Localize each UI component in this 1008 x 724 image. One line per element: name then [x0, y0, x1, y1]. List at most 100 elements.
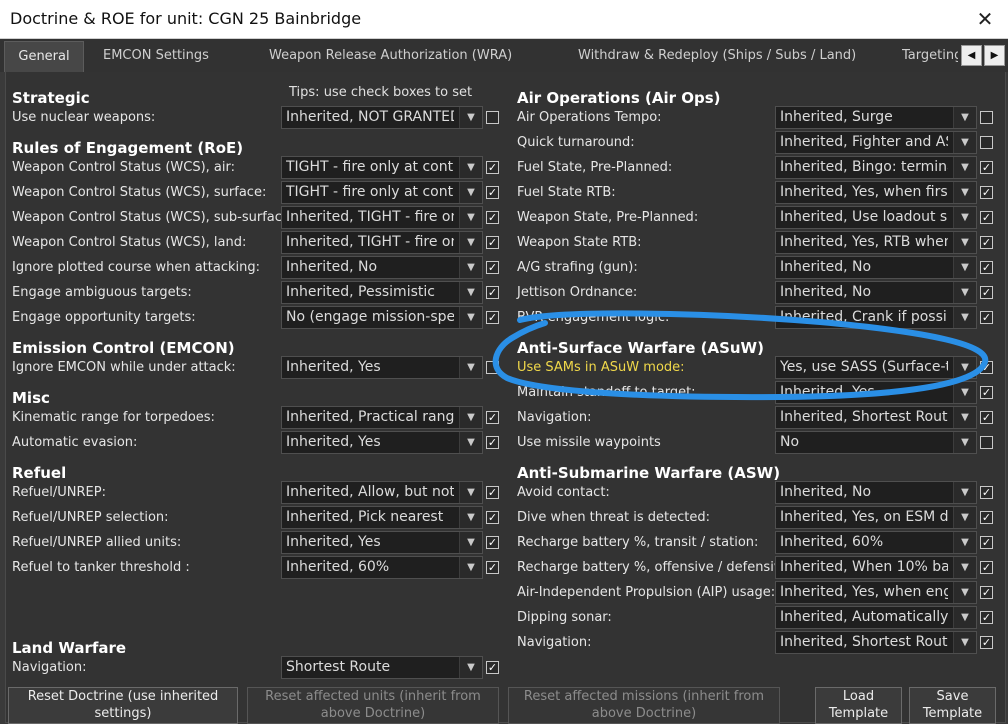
- checkbox-roe-ignore-plotted-course-when-attacking[interactable]: ✓: [486, 261, 499, 274]
- checkbox-asw-navigation[interactable]: ✓: [980, 636, 993, 649]
- dropdown-air-ops-air-operations-tempo[interactable]: Inherited, Surge ▼: [775, 106, 977, 129]
- chevron-down-icon[interactable]: ▼: [953, 207, 976, 228]
- chevron-down-icon[interactable]: ▼: [953, 357, 976, 378]
- checkbox-refuel-refuel-unrep-allied-units[interactable]: ✓: [486, 536, 499, 549]
- chevron-down-icon[interactable]: ▼: [953, 182, 976, 203]
- load-template-button[interactable]: Load Template: [815, 687, 902, 724]
- dropdown-asw-dive-when-threat-is-detected[interactable]: Inherited, Yes, on ESM detection ▼: [775, 506, 977, 529]
- chevron-down-icon[interactable]: ▼: [459, 207, 482, 228]
- checkbox-asw-dipping-sonar[interactable]: ✓: [980, 611, 993, 624]
- checkbox-asw-air-independent-propulsion-aip-usage[interactable]: ✓: [980, 586, 993, 599]
- checkbox-asuw-use-missile-waypoints[interactable]: [980, 436, 993, 449]
- checkbox-air-ops-weapon-state-rtb[interactable]: ✓: [980, 236, 993, 249]
- dropdown-asuw-use-sams-in-asuw-mode[interactable]: Yes, use SASS (Surface-to ▼: [775, 356, 977, 379]
- chevron-down-icon[interactable]: ▼: [953, 307, 976, 328]
- checkbox-air-ops-a-g-strafing-gun[interactable]: ✓: [980, 261, 993, 274]
- chevron-down-icon[interactable]: ▼: [459, 182, 482, 203]
- chevron-down-icon[interactable]: ▼: [953, 432, 976, 453]
- dropdown-air-ops-a-g-strafing-gun[interactable]: Inherited, No ▼: [775, 256, 977, 279]
- tab-targeting[interactable]: Targeting: [902, 41, 958, 71]
- chevron-down-icon[interactable]: ▼: [953, 407, 976, 428]
- chevron-down-icon[interactable]: ▼: [953, 607, 976, 628]
- checkbox-air-ops-quick-turnaround[interactable]: [980, 136, 993, 149]
- chevron-down-icon[interactable]: ▼: [459, 532, 482, 553]
- dropdown-asw-recharge-battery-transit-station[interactable]: Inherited, 60% ▼: [775, 531, 977, 554]
- checkbox-air-ops-fuel-state-pre-planned[interactable]: ✓: [980, 161, 993, 174]
- checkbox-roe-engage-ambiguous-targets[interactable]: ✓: [486, 286, 499, 299]
- dropdown-roe-engage-ambiguous-targets[interactable]: Inherited, Pessimistic ▼: [281, 281, 483, 304]
- dropdown-misc-automatic-evasion[interactable]: Inherited, Yes ▼: [281, 431, 483, 454]
- chevron-down-icon[interactable]: ▼: [459, 507, 482, 528]
- checkbox-asuw-navigation[interactable]: ✓: [980, 411, 993, 424]
- tab-general[interactable]: General: [4, 41, 84, 72]
- checkbox-refuel-refuel-to-tanker-threshold[interactable]: ✓: [486, 561, 499, 574]
- chevron-down-icon[interactable]: ▼: [459, 657, 482, 678]
- checkbox-roe-weapon-control-status-wcs-land[interactable]: ✓: [486, 236, 499, 249]
- chevron-down-icon[interactable]: ▼: [953, 632, 976, 653]
- reset-affected-units-button[interactable]: Reset affected units (inherit from above…: [247, 687, 499, 724]
- dropdown-air-ops-weapon-state-rtb[interactable]: Inherited, Yes, RTB when ▼: [775, 231, 977, 254]
- chevron-down-icon[interactable]: ▼: [953, 582, 976, 603]
- tab-scroll-right-icon[interactable]: ▶: [984, 45, 1005, 66]
- chevron-down-icon[interactable]: ▼: [953, 157, 976, 178]
- chevron-down-icon[interactable]: ▼: [459, 107, 482, 128]
- chevron-down-icon[interactable]: ▼: [459, 232, 482, 253]
- checkbox-emcon-ignore-emcon-while-under-attack[interactable]: [486, 361, 499, 374]
- save-template-button[interactable]: Save Template: [909, 687, 996, 724]
- chevron-down-icon[interactable]: ▼: [953, 107, 976, 128]
- dropdown-misc-kinematic-range-for-torpedoes[interactable]: Inherited, Practical range ▼: [281, 406, 483, 429]
- reset-doctrine-button[interactable]: Reset Doctrine (use inherited settings): [8, 687, 238, 724]
- checkbox-air-ops-air-operations-tempo[interactable]: [980, 111, 993, 124]
- dropdown-roe-ignore-plotted-course-when-attacking[interactable]: Inherited, No ▼: [281, 256, 483, 279]
- chevron-down-icon[interactable]: ▼: [953, 232, 976, 253]
- dropdown-asw-air-independent-propulsion-aip-usage[interactable]: Inherited, Yes, when engaged ▼: [775, 581, 977, 604]
- chevron-down-icon[interactable]: ▼: [953, 282, 976, 303]
- tab-withdraw-redeploy[interactable]: Withdraw & Redeploy (Ships / Subs / Land…: [578, 41, 856, 71]
- dropdown-air-ops-fuel-state-pre-planned[interactable]: Inherited, Bingo: terminate ▼: [775, 156, 977, 179]
- tab-scroll-left-icon[interactable]: ◀: [961, 45, 982, 66]
- checkbox-refuel-refuel-unrep-selection[interactable]: ✓: [486, 511, 499, 524]
- checkbox-asw-recharge-battery-transit-station[interactable]: ✓: [980, 536, 993, 549]
- chevron-down-icon[interactable]: ▼: [459, 482, 482, 503]
- checkbox-roe-weapon-control-status-wcs-sub-surface[interactable]: ✓: [486, 211, 499, 224]
- checkbox-roe-weapon-control-status-wcs-surface[interactable]: ✓: [486, 186, 499, 199]
- dropdown-asw-dipping-sonar[interactable]: Inherited, Automatically ▼: [775, 606, 977, 629]
- chevron-down-icon[interactable]: ▼: [459, 307, 482, 328]
- dropdown-roe-engage-opportunity-targets[interactable]: No (engage mission-specific ▼: [281, 306, 483, 329]
- checkbox-asw-avoid-contact[interactable]: ✓: [980, 486, 993, 499]
- dropdown-air-ops-weapon-state-pre-planned[interactable]: Inherited, Use loadout setting ▼: [775, 206, 977, 229]
- dropdown-asw-avoid-contact[interactable]: Inherited, No ▼: [775, 481, 977, 504]
- close-icon[interactable]: ✕: [962, 0, 1008, 38]
- checkbox-air-ops-weapon-state-pre-planned[interactable]: ✓: [980, 211, 993, 224]
- chevron-down-icon[interactable]: ▼: [459, 157, 482, 178]
- chevron-down-icon[interactable]: ▼: [459, 257, 482, 278]
- chevron-down-icon[interactable]: ▼: [953, 557, 976, 578]
- chevron-down-icon[interactable]: ▼: [459, 282, 482, 303]
- chevron-down-icon[interactable]: ▼: [459, 407, 482, 428]
- chevron-down-icon[interactable]: ▼: [459, 557, 482, 578]
- chevron-down-icon[interactable]: ▼: [953, 257, 976, 278]
- checkbox-misc-automatic-evasion[interactable]: ✓: [486, 436, 499, 449]
- checkbox-land-navigation[interactable]: ✓: [486, 661, 499, 674]
- dropdown-asw-navigation[interactable]: Inherited, Shortest Route ▼: [775, 631, 977, 654]
- checkbox-air-ops-fuel-state-rtb[interactable]: ✓: [980, 186, 993, 199]
- chevron-down-icon[interactable]: ▼: [459, 357, 482, 378]
- dropdown-roe-weapon-control-status-wcs-surface[interactable]: TIGHT - fire only at contacts ▼: [281, 181, 483, 204]
- dropdown-air-ops-jettison-ordnance[interactable]: Inherited, No ▼: [775, 281, 977, 304]
- dropdown-roe-weapon-control-status-wcs-land[interactable]: Inherited, TIGHT - fire only ▼: [281, 231, 483, 254]
- checkbox-asw-dive-when-threat-is-detected[interactable]: ✓: [980, 511, 993, 524]
- checkbox-roe-weapon-control-status-wcs-air[interactable]: ✓: [486, 161, 499, 174]
- dropdown-refuel-refuel-unrep-selection[interactable]: Inherited, Pick nearest ▼: [281, 506, 483, 529]
- checkbox-refuel-refuel-unrep[interactable]: ✓: [486, 486, 499, 499]
- chevron-down-icon[interactable]: ▼: [953, 382, 976, 403]
- chevron-down-icon[interactable]: ▼: [459, 432, 482, 453]
- chevron-down-icon[interactable]: ▼: [953, 482, 976, 503]
- checkbox-misc-kinematic-range-for-torpedoes[interactable]: ✓: [486, 411, 499, 424]
- checkbox-asuw-maintain-standoff-to-target[interactable]: ✓: [980, 386, 993, 399]
- dropdown-refuel-refuel-to-tanker-threshold[interactable]: Inherited, 60% ▼: [281, 556, 483, 579]
- dropdown-asw-recharge-battery-offensive-defensive[interactable]: Inherited, When 10% battery ▼: [775, 556, 977, 579]
- checkbox-asuw-use-sams-in-asuw-mode[interactable]: ✓: [980, 361, 993, 374]
- dropdown-air-ops-quick-turnaround[interactable]: Inherited, Fighter and ASW ▼: [775, 131, 977, 154]
- dropdown-refuel-refuel-unrep[interactable]: Inherited, Allow, but not ▼: [281, 481, 483, 504]
- checkbox-air-ops-jettison-ordnance[interactable]: ✓: [980, 286, 993, 299]
